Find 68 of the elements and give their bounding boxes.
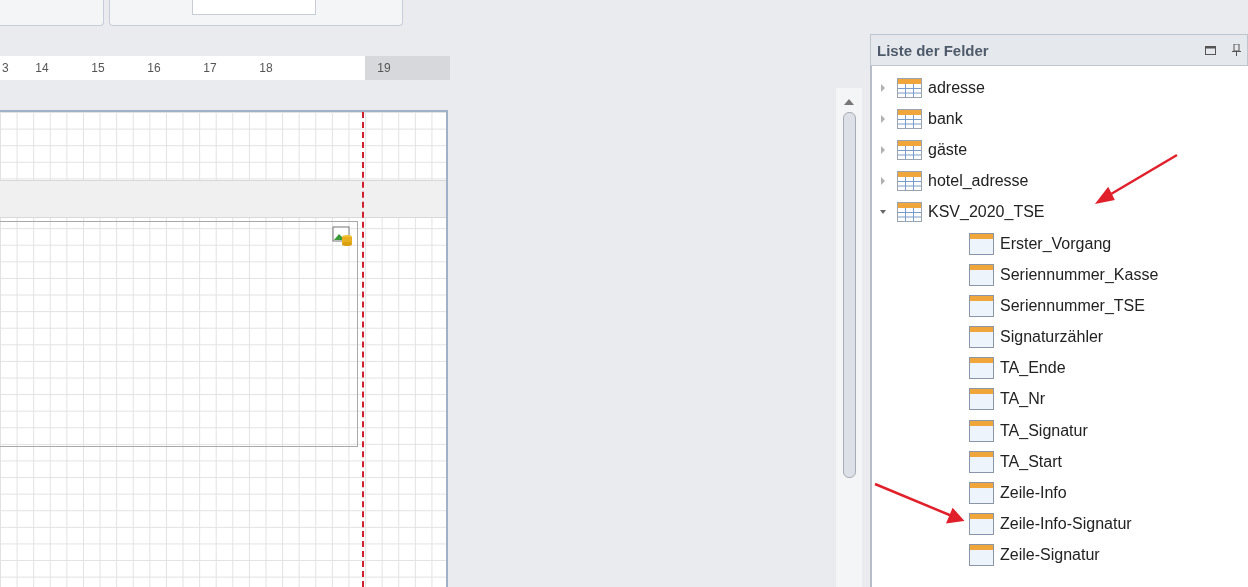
- text-field-icon: [969, 544, 994, 567]
- expand-arrow-icon[interactable]: [879, 177, 887, 186]
- field-name: Zeile-Info: [1000, 484, 1067, 503]
- pin-icon[interactable]: [1232, 44, 1241, 56]
- field-name: TA_Signatur: [1000, 421, 1088, 440]
- table-name: gäste: [928, 140, 968, 159]
- input-field[interactable]: [192, 0, 316, 15]
- text-field-icon: [969, 419, 994, 442]
- table-icon: [897, 139, 922, 160]
- field-name: Seriennummer_TSE: [1000, 296, 1145, 315]
- text-field-icon: [969, 232, 994, 255]
- field-name: Zeile-Info-Signatur: [1000, 515, 1132, 534]
- scrollbar[interactable]: [836, 88, 862, 587]
- field-name: Signaturzähler: [1000, 328, 1104, 347]
- image-database-icon: [332, 226, 354, 246]
- text-field-icon: [969, 513, 994, 536]
- ruler-number: 19: [376, 60, 392, 77]
- table-name: bank: [928, 109, 963, 128]
- field-name: Seriennummer_Kasse: [1000, 265, 1159, 284]
- text-field-icon: [969, 357, 994, 380]
- expand-arrow-icon[interactable]: [879, 145, 887, 154]
- text-field-icon: [969, 294, 994, 317]
- expand-arrow-icon[interactable]: [879, 83, 887, 92]
- tree-item[interactable]: adresse: [872, 72, 1248, 104]
- table-icon: [897, 171, 922, 192]
- tree-item[interactable]: KSV_2020_TSE: [872, 196, 1248, 228]
- tree-item[interactable]: TA_Start: [872, 446, 1248, 478]
- text-field-icon: [969, 326, 994, 349]
- ruler-number: 16: [146, 60, 162, 77]
- tree-item[interactable]: TA_Ende: [872, 352, 1248, 384]
- tree-item[interactable]: Zeile-Info: [872, 477, 1248, 509]
- tree-item[interactable]: gäste: [872, 134, 1248, 166]
- field-name: TA_Ende: [1000, 359, 1066, 378]
- ruler-number: 3: [1, 60, 10, 77]
- table-icon: [897, 108, 922, 129]
- ruler-number: 17: [202, 60, 218, 77]
- tree-item[interactable]: hotel_adresse: [872, 165, 1248, 197]
- text-field-icon: [969, 450, 994, 473]
- ruler-number: 14: [34, 60, 50, 77]
- ruler-number: 15: [90, 60, 106, 77]
- tree-item[interactable]: TA_Nr: [872, 383, 1248, 416]
- scroll-thumb[interactable]: [842, 112, 856, 478]
- maximize-icon[interactable]: [1205, 45, 1216, 55]
- panel-title: Liste der Felder: [877, 41, 990, 59]
- table-icon: [897, 77, 922, 98]
- field-name: TA_Nr: [1000, 390, 1046, 409]
- tree-item[interactable]: TA_Signatur: [872, 415, 1248, 447]
- field-name: Zeile-Signatur: [1000, 546, 1100, 565]
- text-field-icon: [969, 482, 994, 505]
- text-field-icon: [969, 388, 994, 411]
- tree-item[interactable]: Zeile-Info-Signatur: [872, 508, 1248, 540]
- text-field-icon: [969, 263, 994, 286]
- field-name: TA_Start: [1000, 452, 1062, 471]
- tree-item[interactable]: bank: [872, 103, 1248, 135]
- tree-item[interactable]: Seriennummer_Kasse: [872, 259, 1248, 291]
- table-name: adresse: [928, 78, 985, 97]
- tree-item[interactable]: Erster_Vorgang: [872, 227, 1248, 260]
- up-arrow-icon[interactable]: [844, 98, 854, 106]
- ruler-number: 18: [258, 60, 274, 77]
- tree-item[interactable]: Signaturzähler: [872, 321, 1248, 353]
- tree-item[interactable]: Seriennummer_TSE: [872, 290, 1248, 322]
- table-name: hotel_adresse: [928, 172, 1029, 191]
- table-icon: [897, 202, 922, 223]
- tree-item[interactable]: Zeile-Signatur: [872, 539, 1248, 571]
- picture-control[interactable]: [0, 221, 358, 447]
- table-name: KSV_2020_TSE: [928, 203, 1045, 222]
- expand-arrow-icon[interactable]: [879, 114, 887, 123]
- field-name: Erster_Vorgang: [1000, 234, 1112, 253]
